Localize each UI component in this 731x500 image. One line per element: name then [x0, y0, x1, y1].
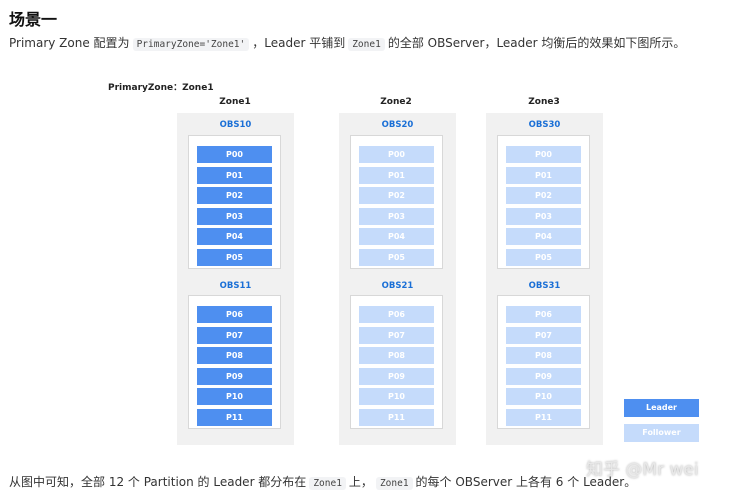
legend-leader: Leader	[624, 399, 699, 417]
observer-title-obs20: OBS20	[381, 120, 414, 130]
partition-leader-p03: P03	[197, 207, 272, 225]
observer-box-obs30: P00 P01 P02 P03 P04 P05	[497, 135, 590, 269]
intro-code-primaryzone: PrimaryZone='Zone1'	[132, 38, 250, 51]
partition-leader-p09: P09	[197, 367, 272, 385]
partition-follower-p04: P04	[359, 228, 434, 245]
partition-follower-p04: P04	[506, 228, 581, 245]
observer-title-obs30: OBS30	[528, 120, 561, 130]
partition-follower-p11: P11	[506, 408, 581, 426]
intro-text-1: Primary Zone 配置为	[9, 36, 130, 50]
partition-leader-p07: P07	[197, 326, 272, 344]
partition-follower-p09: P09	[506, 367, 581, 385]
zone-panel-zone3: OBS30 P00 P01 P02 P03 P04 P05 OBS31 P06 P07 P08 P09…	[486, 113, 603, 445]
observer-box-obs20: P00 P01 P02 P03 P04 P05	[350, 135, 443, 269]
observer-box-obs11: P06 P07 P08 P09 P10 P11	[188, 295, 281, 429]
zone-title-zone3: Zone3	[528, 97, 560, 107]
conclusion-code-zone1-a: Zone1	[309, 477, 346, 490]
observer-title-obs10: OBS10	[219, 120, 252, 130]
observer-title-obs11: OBS11	[219, 281, 252, 291]
partition-follower-p03: P03	[506, 207, 581, 225]
observer-title-obs21: OBS21	[381, 281, 414, 291]
observer-box-obs31: P06 P07 P08 P09 P10 P11	[497, 295, 590, 429]
conclusion-code-zone1-b: Zone1	[375, 477, 413, 490]
partition-follower-p01: P01	[359, 166, 434, 184]
partition-follower-p01: P01	[506, 166, 581, 184]
intro-code-zone1: Zone1	[348, 38, 385, 51]
partition-follower-p02: P02	[506, 187, 581, 204]
zone-title-zone1: Zone1	[219, 97, 251, 107]
partition-follower-p07: P07	[506, 326, 581, 344]
partition-follower-p03: P03	[359, 207, 434, 225]
zone-panel-zone1: OBS10 P00 P01 P02 P03 P04 P05 OBS11 P06 P07 P08 P09…	[177, 113, 294, 445]
partition-follower-p00: P00	[359, 146, 434, 163]
partition-follower-p10: P10	[506, 388, 581, 405]
partition-follower-p05: P05	[506, 248, 581, 266]
intro-paragraph: Primary Zone 配置为 PrimaryZone='Zone1' ，Lead…	[9, 34, 685, 51]
conclusion-text-2: 上，	[348, 475, 373, 489]
primary-zone-label: PrimaryZone：Zone1	[108, 83, 214, 93]
observer-box-obs10: P00 P01 P02 P03 P04 P05	[188, 135, 281, 269]
partition-leader-p00: P00	[197, 146, 272, 163]
conclusion-text-1: 从图中可知，全部 12 个 Partition 的 Leader 都分布在	[9, 475, 307, 489]
partition-leader-p01: P01	[197, 166, 272, 184]
partition-leader-p05: P05	[197, 248, 272, 266]
legend-follower: Follower	[624, 424, 699, 442]
partition-follower-p00: P00	[506, 146, 581, 163]
partition-leader-p06: P06	[197, 306, 272, 323]
observer-box-obs21: P06 P07 P08 P09 P10 P11	[350, 295, 443, 429]
partition-leader-p11: P11	[197, 408, 272, 426]
partition-follower-p11: P11	[359, 408, 434, 426]
zone-title-zone2: Zone2	[380, 97, 412, 107]
zone-panel-zone2: OBS20 P00 P01 P02 P03 P04 P05 OBS21 P06 P07 P08 P09…	[339, 113, 456, 445]
partition-follower-p06: P06	[359, 306, 434, 323]
partition-follower-p07: P07	[359, 326, 434, 344]
partition-follower-p05: P05	[359, 248, 434, 266]
partition-follower-p10: P10	[359, 388, 434, 405]
partition-follower-p06: P06	[506, 306, 581, 323]
partition-follower-p08: P08	[359, 347, 434, 364]
intro-text-2: ，Leader 平铺到	[252, 36, 346, 50]
partition-leader-p08: P08	[197, 347, 272, 364]
partition-leader-p04: P04	[197, 228, 272, 245]
watermark: 知乎 @Mr wei	[586, 460, 699, 480]
conclusion-paragraph: 从图中可知，全部 12 个 Partition 的 Leader 都分布在 Zon…	[9, 473, 636, 490]
observer-title-obs31: OBS31	[528, 281, 561, 291]
partition-follower-p08: P08	[506, 347, 581, 364]
section-heading: 场景一	[9, 10, 58, 29]
partition-leader-p10: P10	[197, 388, 272, 405]
partition-follower-p09: P09	[359, 367, 434, 385]
intro-text-3: 的全部 OBServer，Leader 均衡后的效果如下图所示。	[387, 36, 686, 50]
partition-leader-p02: P02	[197, 187, 272, 204]
partition-follower-p02: P02	[359, 187, 434, 204]
